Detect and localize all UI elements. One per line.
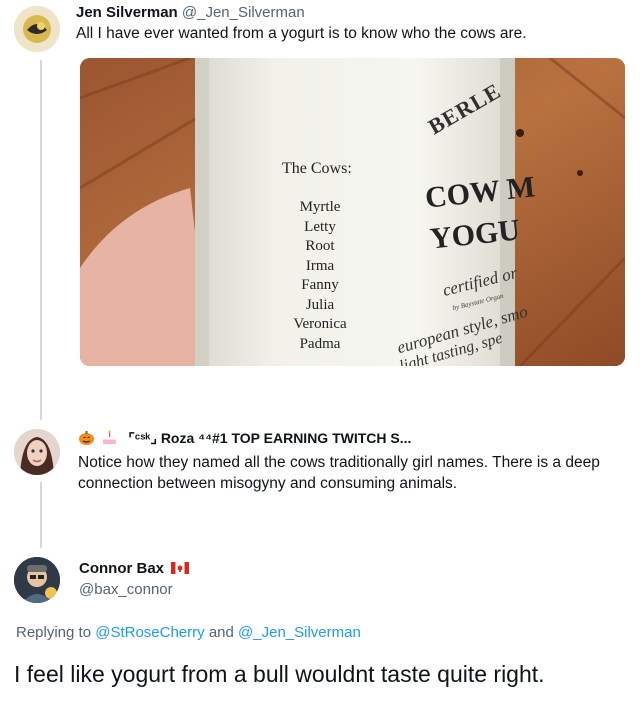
user-avatar-icon[interactable] (14, 6, 60, 52)
author-handle[interactable]: @_Jen_Silverman (182, 4, 305, 21)
tweet-text: All I have ever wanted from a yogurt is … (76, 25, 527, 42)
cow-name: Letty (304, 218, 336, 235)
author-name[interactable]: Connor Bax (79, 560, 164, 577)
tweet-author-row: Connor Bax (79, 559, 190, 579)
cow-name: Irma (305, 257, 335, 274)
tweet-text: Notice how they named all the cows tradi… (78, 454, 600, 492)
reply-user-link[interactable]: @_Jen_Silverman (238, 624, 361, 641)
cow-name: Julia (305, 296, 335, 313)
replying-prefix: Replying to (16, 624, 92, 641)
author-handle[interactable]: @bax_connor (79, 580, 173, 600)
canada-flag-icon (171, 560, 190, 574)
reply-and: and (208, 624, 234, 641)
tweet-author-row: ⌜ᶜˢᵏ⌟ Roza ⁴⁴#1 TOP EARNING TWITCH S... (78, 428, 411, 449)
author-name[interactable]: Jen Silverman (76, 4, 178, 21)
reply-user-link[interactable]: @StRoseCherry (95, 624, 204, 641)
cow-name: Root (305, 238, 335, 254)
tweet-author-row: Jen Silverman @_Jen_Silverman (76, 3, 305, 23)
author-name[interactable]: ⌜ᶜˢᵏ⌟ Roza ⁴⁴#1 TOP EARNING TWITCH S... (128, 430, 411, 446)
replying-to: Replying to @StRoseCherry and @_Jen_Silv… (16, 624, 361, 641)
tweet-photo[interactable]: The Cows: Myrtle Letty Root Irma Fanny J… (80, 58, 625, 366)
cow-list: Myrtle Letty Root Irma Fanny Julia Veron… (285, 198, 355, 354)
pumpkin-emoji-icon (78, 429, 95, 446)
cow-name: Myrtle (299, 199, 341, 215)
cow-name: Padma (299, 335, 341, 352)
cow-name: Fanny (301, 277, 339, 293)
thread-connector (40, 482, 42, 548)
user-avatar-icon[interactable] (14, 557, 60, 603)
cow-name: Veronica (293, 316, 347, 332)
user-avatar-icon[interactable] (14, 429, 60, 475)
cake-emoji-icon (101, 429, 118, 446)
thread-connector (40, 60, 42, 420)
label-heading: The Cows: (282, 160, 352, 177)
tweet-text: I feel like yogurt from a bull wouldnt t… (14, 661, 545, 687)
